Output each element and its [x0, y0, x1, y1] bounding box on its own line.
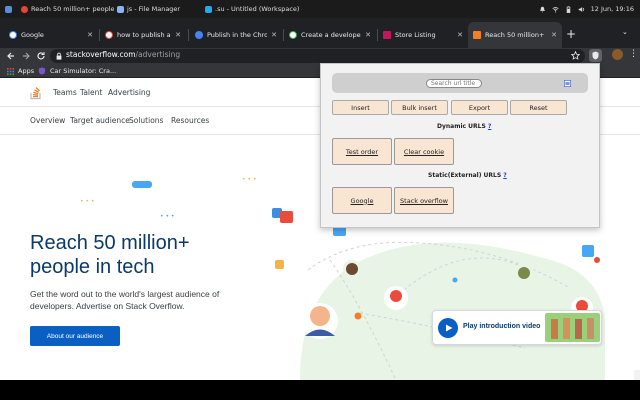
- subnav-target-audience[interactable]: Target audience: [70, 116, 130, 125]
- close-tab-icon[interactable]: ✕: [457, 31, 463, 39]
- folder-icon: [117, 5, 124, 13]
- tab-google[interactable]: Google ✕: [4, 22, 98, 48]
- kebab-menu-icon[interactable]: ⋮: [629, 50, 638, 59]
- static-url-google[interactable]: Google: [332, 187, 392, 214]
- static-urls-heading: Static(External) URLS ?: [428, 172, 507, 179]
- chrome-web-store-icon: [195, 31, 203, 39]
- play-video-button[interactable]: [438, 318, 458, 338]
- insert-button[interactable]: Insert: [332, 100, 389, 115]
- battery-icon[interactable]: [565, 5, 572, 13]
- tab-store-listing[interactable]: Store Listing ✕: [378, 22, 468, 48]
- tab-stack-overflow-advertising[interactable]: Reach 50 million+ people ✕: [468, 22, 562, 48]
- app-menu-icon[interactable]: [2, 0, 16, 18]
- subnav-resources[interactable]: Resources: [171, 116, 209, 125]
- taskbar-item-vscode[interactable]: .su - Untitled (Workspace) - Vi...: [202, 0, 302, 18]
- google-favicon-icon: [105, 31, 113, 39]
- hero-title: Reach 50 million+ people in tech: [30, 232, 190, 278]
- extension-button[interactable]: [589, 49, 602, 62]
- profile-avatar[interactable]: [612, 49, 623, 60]
- close-tab-icon[interactable]: ✕: [365, 31, 371, 39]
- bookmark-star-icon[interactable]: [571, 51, 580, 60]
- bulk-insert-button[interactable]: Bulk insert: [391, 100, 448, 115]
- google-favicon-icon: [289, 31, 297, 39]
- export-button[interactable]: Export: [451, 100, 508, 115]
- new-tab-plus-icon[interactable]: +: [566, 27, 576, 41]
- os-taskbar: Reach 50 million+ people in t... js - Fi…: [0, 0, 640, 18]
- tab-publish-chrome-web-store[interactable]: Publish in the Chrome W ✕: [190, 22, 282, 48]
- taskbar-item-label: js - File Manager: [127, 5, 181, 13]
- close-tab-icon[interactable]: ✕: [175, 31, 181, 39]
- static-url-stack-overflow[interactable]: Stack overflow: [394, 187, 454, 214]
- lock-icon[interactable]: [55, 52, 63, 60]
- tab-strip: Google ✕ how to publish a chrome ✕ Publi…: [0, 18, 640, 48]
- about-audience-button[interactable]: About our audience: [30, 326, 120, 346]
- bookmark-car-simulator[interactable]: Car Simulator: Cra...: [38, 67, 116, 75]
- tab-how-to-publish[interactable]: how to publish a chrome ✕: [100, 22, 186, 48]
- shield-icon: [592, 51, 599, 60]
- apps-grid-icon: [7, 67, 14, 75]
- google-favicon-icon: [9, 31, 17, 39]
- svg-text:• • •: • • •: [80, 198, 94, 205]
- bookmark-apps[interactable]: Apps: [7, 67, 34, 75]
- play-icon: [446, 324, 453, 332]
- stack-overflow-logo-icon[interactable]: [30, 85, 42, 100]
- clock[interactable]: 12 Jun, 19:16: [591, 5, 634, 13]
- video-thumbnail-image: [551, 318, 594, 339]
- subnav-overview[interactable]: Overview: [30, 116, 65, 125]
- close-tab-icon[interactable]: ✕: [271, 31, 277, 39]
- notification-bell-icon[interactable]: [539, 6, 546, 13]
- static-urls-help-icon[interactable]: ?: [503, 172, 506, 179]
- taskbar-item-label: .su - Untitled (Workspace) - Vi...: [215, 5, 302, 13]
- stack-overflow-favicon-icon: [473, 31, 481, 39]
- url-text[interactable]: stackoverflow.com/advertising: [66, 50, 180, 59]
- hero-subtitle: Get the word out to the world's largest …: [30, 289, 220, 311]
- close-tab-icon[interactable]: ✕: [87, 31, 93, 39]
- store-listing-icon: [383, 31, 391, 39]
- forward-arrow-icon[interactable]: [21, 51, 31, 61]
- vscode-icon: [205, 5, 212, 13]
- taskbar-item-label: Reach 50 million+ people in t...: [31, 5, 114, 13]
- system-tray: 12 Jun, 19:16: [539, 0, 634, 18]
- nav-teams[interactable]: Teams: [53, 88, 77, 97]
- volume-icon[interactable]: [578, 6, 585, 13]
- dynamic-url-clear-cookie[interactable]: Clear cookie: [394, 138, 454, 165]
- nav-talent[interactable]: Talent: [80, 88, 102, 97]
- wifi-icon[interactable]: [552, 6, 559, 13]
- shield-bookmark-icon: [38, 67, 46, 75]
- search-list-icon[interactable]: [564, 80, 571, 87]
- close-tab-icon[interactable]: ✕: [551, 31, 557, 39]
- play-video-label[interactable]: Play introduction video: [463, 323, 540, 330]
- chrome-icon: [21, 5, 28, 13]
- dynamic-url-test-order[interactable]: Test order: [332, 138, 392, 165]
- dynamic-urls-heading: Dynamic URLS ?: [437, 123, 492, 130]
- search-input[interactable]: Search url title: [426, 79, 482, 88]
- subnav-solutions[interactable]: Solutions: [129, 116, 163, 125]
- dynamic-urls-help-icon[interactable]: ?: [488, 123, 491, 130]
- tab-search-chevron-icon[interactable]: ⌄: [622, 28, 628, 36]
- scrollbar[interactable]: [634, 370, 640, 380]
- taskbar-item-chrome[interactable]: Reach 50 million+ people in t...: [18, 0, 114, 18]
- reset-button[interactable]: Reset: [510, 100, 567, 115]
- video-thumbnail[interactable]: [545, 313, 600, 342]
- screen: Reach 50 million+ people in t... js - Fi…: [0, 0, 640, 400]
- nav-advertising[interactable]: Advertising: [108, 88, 150, 97]
- back-arrow-icon[interactable]: [6, 51, 16, 61]
- reload-icon[interactable]: [36, 51, 46, 61]
- tab-create-developer-account[interactable]: Create a developer acc ✕: [284, 22, 376, 48]
- screen-bottom: [0, 380, 640, 400]
- svg-text:• • •: • • •: [160, 213, 174, 220]
- taskbar-item-file-manager[interactable]: js - File Manager: [114, 0, 200, 18]
- svg-text:• • •: • • •: [242, 176, 256, 183]
